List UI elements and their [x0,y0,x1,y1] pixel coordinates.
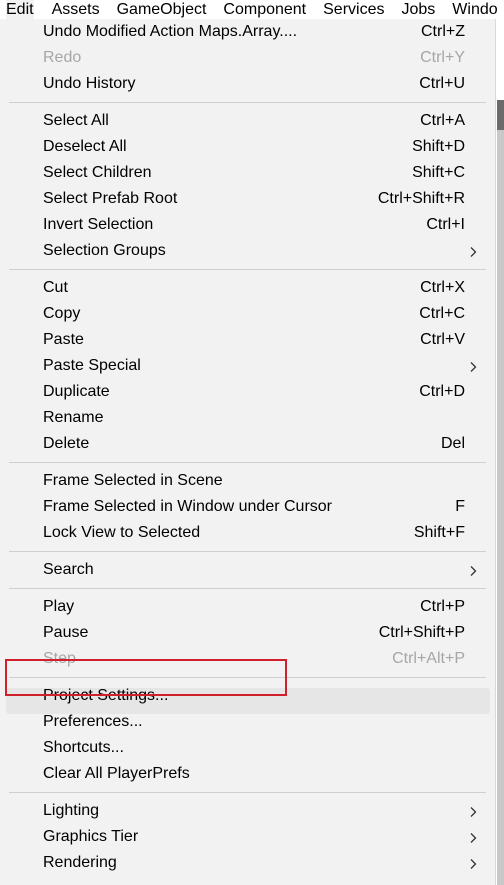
menu-item-delete[interactable]: Delete Del [0,431,495,457]
menu-item-label: Frame Selected in Window under Cursor [43,498,333,515]
menu-assets[interactable]: Assets [52,0,100,19]
menu-item-label: Paste [43,331,84,348]
menu-item-label: Lighting [43,802,100,819]
menu-item-shortcut: Shift+D [412,138,465,155]
menu-item-search[interactable]: Search [0,557,495,583]
menu-item-copy[interactable]: Copy Ctrl+C [0,301,495,327]
menu-item-paste-special[interactable]: Paste Special [0,353,495,379]
menu-item-lighting[interactable]: Lighting [0,798,495,824]
menu-item-shortcut: Ctrl+D [419,383,465,400]
menu-item-label: Lock View to Selected [43,524,201,541]
chevron-right-icon [470,833,477,843]
annotation-highlight-box [5,659,287,696]
background-window-toolbar-edge [497,100,504,130]
menu-item-frame-selected-in-scene[interactable]: Frame Selected in Scene [0,468,495,494]
menu-item-label: Select Children [43,164,152,181]
menu-item-shortcut: Ctrl+Y [420,49,465,66]
menu-item-label: Redo [43,49,82,66]
chevron-right-icon [470,807,477,817]
menu-item-label: Rendering [43,854,117,871]
menu-gameobject[interactable]: GameObject [117,0,207,19]
menu-item-label: Select Prefab Root [43,190,178,207]
menu-separator [9,551,486,552]
menu-item-label: Cut [43,279,68,296]
menu-separator [9,462,486,463]
menu-item-shortcut: Ctrl+I [426,216,465,233]
menu-item-shortcut: Ctrl+Z [421,23,465,40]
menu-item-graphics-tier[interactable]: Graphics Tier [0,824,495,850]
menu-item-label: Copy [43,305,81,322]
menu-item-label: Graphics Tier [43,828,139,845]
menu-item-label: Shortcuts... [43,739,124,756]
menu-services[interactable]: Services [323,0,384,19]
menu-item-label: Selection Groups [43,242,166,259]
menu-item-label: Invert Selection [43,216,154,233]
menu-jobs[interactable]: Jobs [401,0,435,19]
menu-component[interactable]: Component [223,0,306,19]
background-window-edge [497,100,504,885]
menu-item-label: Undo Modified Action Maps.Array.... [43,23,298,40]
menu-item-deselect-all[interactable]: Deselect All Shift+D [0,134,495,160]
menu-bar: Edit Assets GameObject Component Service… [0,0,504,19]
menu-item-label: Undo History [43,75,136,92]
menu-item-pause[interactable]: Pause Ctrl+Shift+P [0,620,495,646]
menu-item-paste[interactable]: Paste Ctrl+V [0,327,495,353]
menu-item-shortcut: Ctrl+C [419,305,465,322]
menu-item-label: Deselect All [43,138,127,155]
menu-item-shortcut: Ctrl+Shift+R [377,190,465,207]
menu-item-frame-selected-in-window-under-cursor[interactable]: Frame Selected in Window under Cursor F [0,494,495,520]
menu-item-invert-selection[interactable]: Invert Selection Ctrl+I [0,212,495,238]
menu-item-label: Rename [43,409,104,426]
menu-item-select-prefab-root[interactable]: Select Prefab Root Ctrl+Shift+R [0,186,495,212]
chevron-right-icon [470,247,477,257]
menu-item-shortcut: Ctrl+U [419,75,465,92]
menu-item-clear-all-playerprefs[interactable]: Clear All PlayerPrefs [0,761,495,787]
menu-item-label: Frame Selected in Scene [43,472,223,489]
menu-item-shortcut: Shift+C [412,164,465,181]
menu-item-label: Search [43,561,94,578]
menu-item-undo-modified-action-mapsarray[interactable]: Undo Modified Action Maps.Array.... Ctrl+… [0,19,495,45]
menu-item-selection-groups[interactable]: Selection Groups [0,238,495,264]
menu-item-shortcut: Del [440,435,465,452]
menu-item-rendering[interactable]: Rendering [0,850,495,876]
menu-item-lock-view-to-selected[interactable]: Lock View to Selected Shift+F [0,520,495,546]
menu-item-redo: Redo Ctrl+Y [0,45,495,71]
edit-menu-dropdown: Undo Modified Action Maps.Array.... Ctrl+… [0,19,496,885]
menu-edit[interactable]: Edit [6,0,34,19]
menu-item-duplicate[interactable]: Duplicate Ctrl+D [0,379,495,405]
chevron-right-icon [470,859,477,869]
menu-separator [9,102,486,103]
app-root: Edit Assets GameObject Component Service… [0,0,504,885]
menu-item-shortcut: F [455,498,465,515]
menu-item-shortcut: Ctrl+P [420,598,465,615]
menu-item-shortcut: Shift+F [413,524,465,541]
menu-item-shortcuts[interactable]: Shortcuts... [0,735,495,761]
menu-item-label: Preferences... [43,713,143,730]
menu-window[interactable]: Windo [452,0,497,19]
menu-separator [9,269,486,270]
menu-item-rename[interactable]: Rename [0,405,495,431]
menu-item-shortcut: Ctrl+Shift+P [378,624,465,641]
menu-item-shortcut: Ctrl+A [420,112,465,129]
chevron-right-icon [470,362,477,372]
menu-item-label: Pause [43,624,89,641]
menu-item-label: Play [43,598,75,615]
menu-item-select-children[interactable]: Select Children Shift+C [0,160,495,186]
menu-item-shortcut: Ctrl+X [420,279,465,296]
menu-item-shortcut: Ctrl+V [420,331,465,348]
menu-item-label: Paste Special [43,357,141,374]
menu-separator [9,792,486,793]
menu-item-label: Clear All PlayerPrefs [43,765,190,782]
menu-item-cut[interactable]: Cut Ctrl+X [0,275,495,301]
menu-item-label: Delete [43,435,90,452]
menu-item-label: Duplicate [43,383,110,400]
menu-item-play[interactable]: Play Ctrl+P [0,594,495,620]
menu-item-preferences[interactable]: Preferences... [0,709,495,735]
menu-separator [9,588,486,589]
menu-item-label: Select All [43,112,109,129]
chevron-right-icon [470,566,477,576]
menu-item-undo-history[interactable]: Undo History Ctrl+U [0,71,495,97]
menu-item-shortcut: Ctrl+Alt+P [392,650,465,667]
menu-item-select-all[interactable]: Select All Ctrl+A [0,108,495,134]
